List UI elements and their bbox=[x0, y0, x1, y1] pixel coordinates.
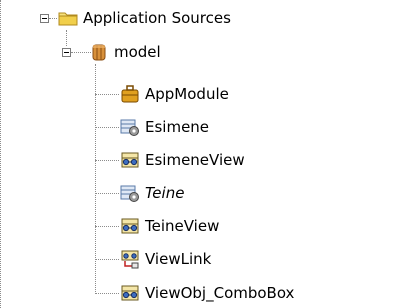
tree-node-viewobj-combobox[interactable]: ViewObj_ComboBox bbox=[119, 281, 294, 305]
collapse-toggle[interactable] bbox=[62, 48, 71, 57]
tree-node-appmodule[interactable]: AppModule bbox=[119, 82, 229, 106]
view-object-icon bbox=[119, 215, 141, 237]
tree-connector bbox=[95, 94, 119, 95]
tree-node-label: Application Sources bbox=[83, 9, 231, 27]
tree-node-label: ViewLink bbox=[145, 250, 212, 268]
entity-object-icon bbox=[119, 116, 141, 138]
entity-object-icon bbox=[119, 182, 141, 204]
tree-node-label: AppModule bbox=[145, 85, 229, 103]
project-tree: Application Sources model AppModule Esim… bbox=[0, 0, 398, 308]
tree-connector bbox=[95, 160, 119, 161]
tree-guide-line bbox=[0, 0, 1, 308]
tree-connector bbox=[49, 18, 57, 19]
tree-node-teineview[interactable]: TeineView bbox=[119, 214, 219, 238]
tree-node-model[interactable]: model bbox=[88, 40, 161, 64]
tree-connector bbox=[95, 293, 119, 294]
tree-node-label: TeineView bbox=[145, 217, 220, 235]
tree-node-label: model bbox=[114, 43, 161, 61]
view-object-icon bbox=[119, 149, 141, 171]
tree-node-esimene[interactable]: Esimene bbox=[119, 115, 209, 139]
package-icon bbox=[88, 41, 110, 63]
tree-node-esimeneview[interactable]: EsimeneView bbox=[119, 148, 245, 172]
view-link-icon bbox=[119, 248, 141, 270]
tree-node-label: ViewObj_ComboBox bbox=[145, 284, 295, 302]
tree-node-teine[interactable]: Teine bbox=[119, 181, 184, 205]
collapse-toggle[interactable] bbox=[40, 14, 49, 23]
tree-connector bbox=[95, 127, 119, 128]
tree-node-label: EsimeneView bbox=[145, 151, 245, 169]
tree-node-label: Esimene bbox=[145, 118, 210, 136]
tree-connector bbox=[95, 193, 119, 194]
tree-guide-line bbox=[66, 30, 67, 46]
application-module-icon bbox=[119, 83, 141, 105]
tree-node-application-sources[interactable]: Application Sources bbox=[57, 6, 231, 30]
tree-node-label: Teine bbox=[145, 184, 185, 202]
view-object-icon bbox=[119, 282, 141, 304]
tree-connector bbox=[95, 259, 119, 260]
tree-node-viewlink[interactable]: ViewLink bbox=[119, 247, 211, 271]
tree-connector bbox=[95, 226, 119, 227]
folder-icon bbox=[57, 7, 79, 29]
